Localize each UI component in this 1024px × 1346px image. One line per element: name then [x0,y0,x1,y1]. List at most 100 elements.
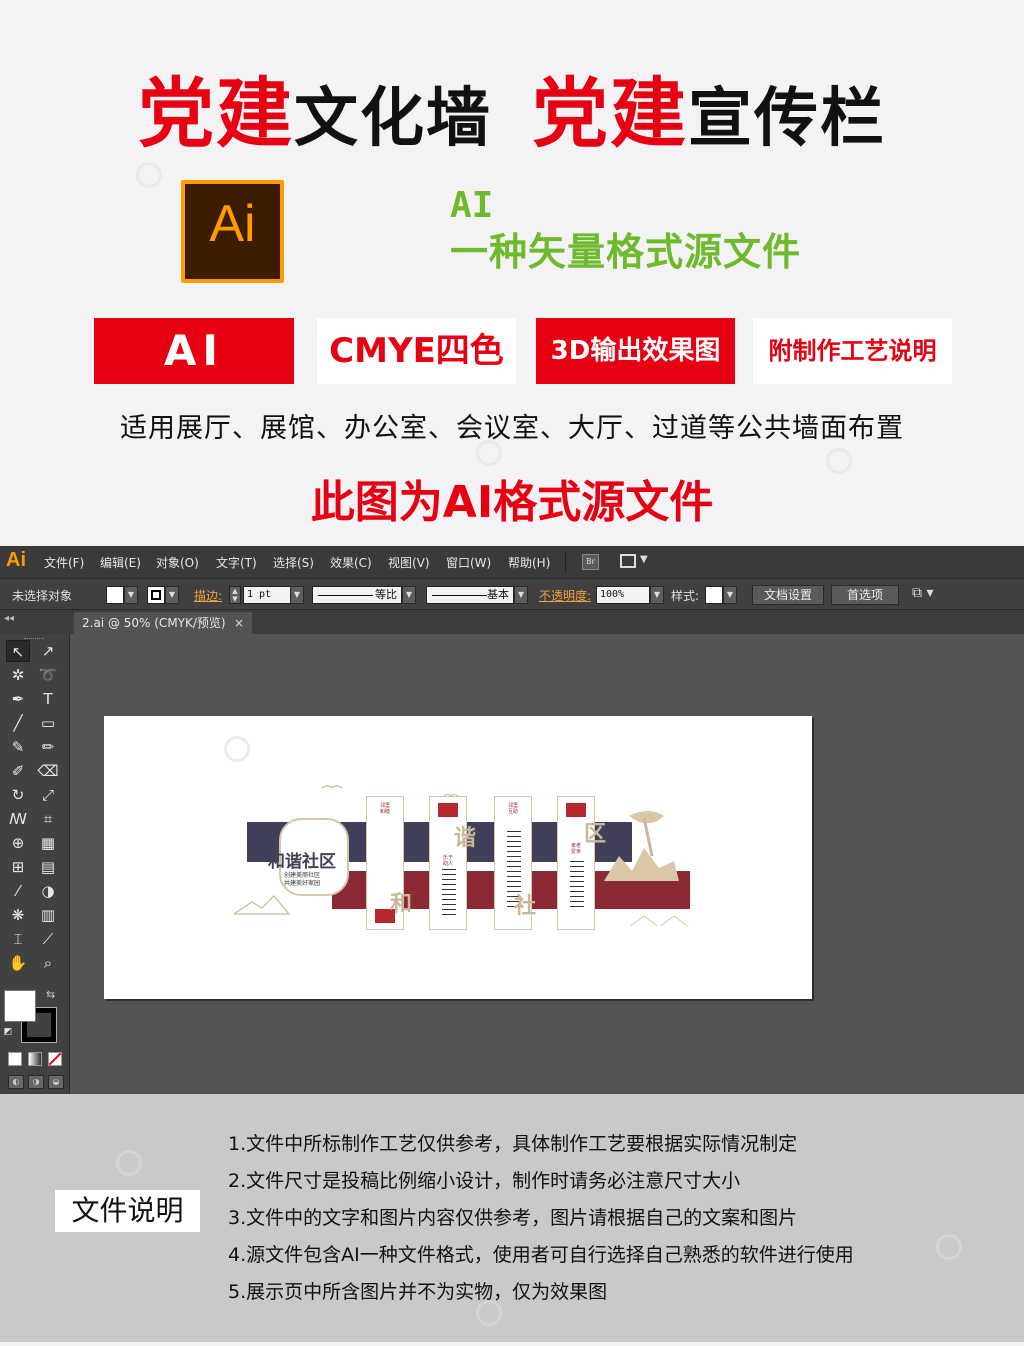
tag-cmye: CMYE四色 [317,318,516,384]
file-info-label: 文件说明 [55,1190,200,1232]
bridge-button[interactable]: Br [582,554,599,570]
preferences-button[interactable]: 首选项 [831,585,899,605]
headline-red-1: 党建 [138,69,294,158]
symbol-sprayer-tool-icon[interactable]: ❋ [6,904,30,926]
menu-view[interactable]: 视图(V) [388,554,430,571]
source-file-note: 此图为AI格式源文件 [310,477,714,528]
fill-swatch[interactable] [4,990,36,1022]
column-graph-tool-icon[interactable]: ▥ [36,904,60,926]
warp-tool-icon[interactable]: ꟿ [6,808,30,830]
eyedropper-tool-icon[interactable]: ⁄ [6,880,30,902]
default-colors-icon[interactable]: ◩ [2,1026,14,1038]
document-setup-button[interactable]: 文档设置 [752,585,824,605]
tag-3d-output: 3D输出效果图 [536,318,735,384]
gradient-mode-icon[interactable] [28,1052,42,1066]
stroke-label[interactable]: 描边: [194,587,222,604]
workspace-layout-icon[interactable] [620,554,636,568]
document-tab-title: 2.ai @ 50% (CMYK/预览) [82,616,226,630]
opacity-dropdown[interactable]: ▼ [650,586,664,604]
display-panel: 乐于助人 [429,796,467,930]
stroke-weight-input[interactable]: 1 pt [243,586,291,604]
file-info-section: 文件说明 1.文件中所标制作工艺仅供参考，具体制作工艺要根据实际情况制定 2.文… [0,1094,1024,1342]
artwork-title: 和谐社区 [268,852,336,872]
selection-tool-icon[interactable]: ↖ [6,640,30,662]
graphic-style-swatch[interactable] [705,586,723,604]
menu-type[interactable]: 文字(T) [216,554,257,571]
swap-fill-stroke-icon[interactable]: ⇆ [46,988,55,1001]
close-icon[interactable]: × [234,612,244,634]
list-item: 3.文件中的文字和图片内容仅供参考，图片请根据自己的文案和图片 [228,1207,798,1229]
eraser-tool-icon[interactable]: ⌫ [36,760,60,782]
watermark-icon [224,736,250,762]
free-transform-tool-icon[interactable]: ⌗ [36,808,60,830]
panel-label: 孝老爱亲 [571,843,582,855]
stroke-weight-stepper[interactable]: ▲ ▼ [229,586,241,604]
profile-dropdown[interactable]: ▼ [402,586,416,604]
graphic-style-dropdown[interactable]: ▼ [723,586,737,604]
lasso-tool-icon[interactable]: ➰ [36,664,60,686]
none-mode-icon[interactable] [48,1052,62,1066]
menu-edit[interactable]: 编辑(E) [100,554,141,571]
artboard[interactable]: 和谐社区 创建美丽社区 共建美好家园 邻里和睦 乐于助人 邻里互助 孝老爱亲 谐… [104,716,812,999]
paintbrush-tool-icon[interactable]: ✎ [6,736,30,758]
stroke-color-swatch[interactable] [147,586,165,604]
opacity-label[interactable]: 不透明度: [539,587,591,604]
artboard-tool-icon[interactable]: ⌶ [6,928,30,950]
canvas-area[interactable]: 和谐社区 创建美丽社区 共建美好家园 邻里和睦 乐于助人 邻里互助 孝老爱亲 谐… [71,634,1024,1094]
perspective-grid-tool-icon[interactable]: ▦ [36,832,60,854]
menu-separator [565,552,566,572]
shape-builder-tool-icon[interactable]: ⊕ [6,832,30,854]
chevron-down-icon[interactable]: ▼ [640,554,648,565]
brush-definition[interactable]: 基本 [426,586,514,604]
menu-help[interactable]: 帮助(H) [508,554,550,571]
decor-character: 区 [584,821,607,847]
list-item: 4.源文件包含AI一种文件格式，使用者可自行选择自己熟悉的软件进行使用 [228,1244,854,1266]
rectangle-tool-icon[interactable]: ▭ [36,712,60,734]
menu-window[interactable]: 窗口(W) [446,554,491,571]
arrange-documents-icon[interactable]: ⧉ ▾ [912,585,933,601]
menu-object[interactable]: 对象(O) [156,554,199,571]
document-tab[interactable]: 2.ai @ 50% (CMYK/预览) × [74,612,252,634]
blob-brush-tool-icon[interactable]: ✐ [6,760,30,782]
draw-behind-icon[interactable]: ◑ [28,1075,44,1089]
headline-red-2: 党建 [532,69,688,158]
pencil-tool-icon[interactable]: ✏ [36,736,60,758]
fill-color-swatch[interactable] [106,586,124,604]
menu-file[interactable]: 文件(F) [44,554,84,571]
stroke-weight-dropdown[interactable]: ▼ [290,586,304,604]
control-bar: 未选择对象 ▼ ▼ 描边: ▲ ▼ 1 pt ▼ 等比 ▼ 基本 ▼ 不透明度: … [0,578,1024,610]
watermark-icon [936,1234,962,1260]
headline-black-1: 文化墙 [294,82,492,156]
menu-effect[interactable]: 效果(C) [330,554,372,571]
collapse-panels-icon[interactable]: ◂◂ [4,613,14,624]
line-tool-icon[interactable]: ╱ [6,712,30,734]
file-info-list: 1.文件中所标制作工艺仅供参考，具体制作工艺要根据实际情况制定 2.文件尺寸是投… [228,1126,854,1311]
blend-tool-icon[interactable]: ◑ [36,880,60,902]
color-mode-icon[interactable] [8,1052,22,1066]
tag-craft-notes: 附制作工艺说明 [753,318,952,384]
fill-dropdown[interactable]: ▼ [124,586,138,604]
scale-tool-icon[interactable]: ⤢ [36,784,60,806]
opacity-input[interactable]: 100% [596,586,650,604]
pen-tool-icon[interactable]: ✒ [6,688,30,710]
gradient-tool-icon[interactable]: ▤ [36,856,60,878]
variable-width-profile[interactable]: 等比 [312,586,402,604]
brush-dropdown[interactable]: ▼ [514,586,528,604]
illustrator-logo-icon: Ai [181,180,284,283]
hand-tool-icon[interactable]: ✋ [6,952,30,974]
stroke-dropdown[interactable]: ▼ [165,586,179,604]
panel-stamp [438,803,458,817]
slice-tool-icon[interactable]: ⟋ [36,928,60,950]
direct-selection-tool-icon[interactable]: ↗ [36,640,60,662]
draw-inside-icon[interactable]: ◒ [48,1075,64,1089]
magic-wand-tool-icon[interactable]: ✲ [6,664,30,686]
panel-stamp [566,803,586,817]
zoom-tool-icon[interactable]: ⌕ [36,952,60,974]
menu-select[interactable]: 选择(S) [273,554,314,571]
type-tool-icon[interactable]: T [36,688,60,710]
rotate-tool-icon[interactable]: ↻ [6,784,30,806]
mesh-tool-icon[interactable]: ⊞ [6,856,30,878]
draw-normal-icon[interactable]: ◐ [8,1075,24,1089]
list-item: 1.文件中所标制作工艺仅供参考，具体制作工艺要根据实际情况制定 [228,1133,798,1155]
menu-bar: Ai 文件(F) 编辑(E) 对象(O) 文字(T) 选择(S) 效果(C) 视… [0,546,1024,578]
